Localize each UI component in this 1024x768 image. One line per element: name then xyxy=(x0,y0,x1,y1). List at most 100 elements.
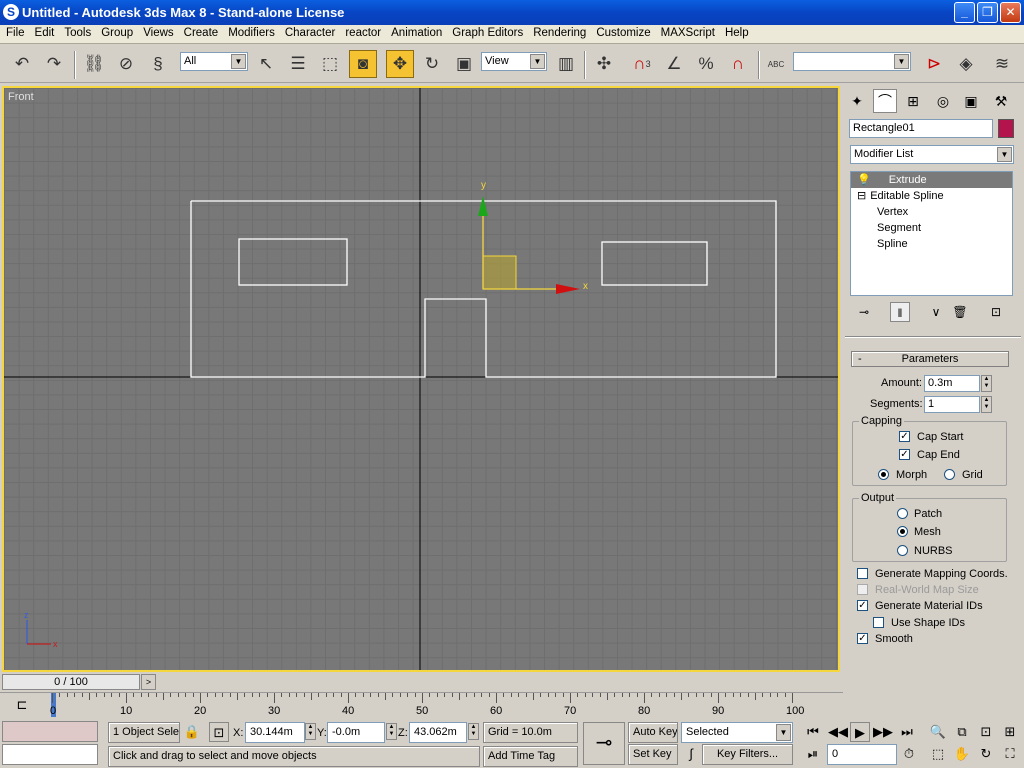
remove-modifier-icon[interactable]: 🗑 xyxy=(950,302,970,322)
next-frame-button[interactable]: > xyxy=(141,674,156,690)
snap-3d-icon[interactable]: ∩ 3 xyxy=(628,50,656,78)
time-config-icon[interactable]: ⏱ xyxy=(899,744,919,764)
menu-maxscript[interactable]: MAXScript xyxy=(657,25,721,43)
rect-region-icon[interactable]: ⬚ xyxy=(316,50,344,78)
menu-tools[interactable]: Tools xyxy=(60,25,97,43)
stack-item-extrude[interactable]: 💡 Extrude xyxy=(851,172,1012,188)
x-coordinate-field[interactable]: 30.144m xyxy=(245,722,305,743)
cap-start-checkbox[interactable]: ✓ xyxy=(899,431,910,442)
y-coordinate-field[interactable]: -0.0m xyxy=(327,722,385,743)
shape-window-right[interactable] xyxy=(601,241,708,286)
move-gizmo-x-arrow[interactable] xyxy=(556,284,580,294)
align-icon[interactable]: ◈ xyxy=(952,50,980,78)
configure-sets-icon[interactable]: ⊡ xyxy=(986,302,1006,322)
go-to-start-icon[interactable]: ⏮ xyxy=(803,722,823,742)
pivot-icon[interactable]: ▥ xyxy=(552,50,580,78)
redo-icon[interactable]: ↷ xyxy=(40,50,68,78)
amount-spinner[interactable]: ▲ ▼ xyxy=(981,375,992,392)
amount-input[interactable]: 0.3m xyxy=(924,375,980,392)
segments-spinner[interactable]: ▲ ▼ xyxy=(981,396,992,413)
minimize-button[interactable]: _ xyxy=(954,2,975,23)
menu-character[interactable]: Character xyxy=(281,25,342,43)
select-object-icon[interactable]: ↖ xyxy=(252,50,280,78)
z-spinner[interactable]: ▲ ▼ xyxy=(468,723,479,740)
angle-snap-icon[interactable]: ∠ xyxy=(660,50,688,78)
patch-radio[interactable] xyxy=(897,508,908,519)
smooth-checkbox[interactable]: ✓ xyxy=(857,633,868,644)
hierarchy-tab-icon[interactable]: ⊞ xyxy=(901,89,925,113)
mirror-icon[interactable]: ⊳ xyxy=(920,50,948,78)
maximize-button[interactable]: ❐ xyxy=(977,2,998,23)
current-frame-field[interactable]: 0 xyxy=(827,744,897,765)
use-shape-checkbox[interactable] xyxy=(873,617,884,628)
motion-tab-icon[interactable]: ◎ xyxy=(931,89,955,113)
object-name-field[interactable]: Rectangle01 xyxy=(849,119,993,138)
menu-modifiers[interactable]: Modifiers xyxy=(224,25,281,43)
previous-frame-icon[interactable]: ◀◀ xyxy=(828,722,848,742)
stack-item-editable-spline[interactable]: ⊟ Editable Spline xyxy=(851,188,1012,204)
move-icon[interactable]: ✥ xyxy=(386,50,414,78)
arc-rotate-icon[interactable]: ↻ xyxy=(976,744,996,764)
time-slider[interactable]: 0 / 100 > xyxy=(0,672,843,692)
scale-icon[interactable]: ▣ xyxy=(450,50,478,78)
make-unique-icon[interactable]: ∨ xyxy=(926,302,946,322)
create-tab-icon[interactable]: ✦ xyxy=(845,89,869,113)
move-gizmo-y-arrow[interactable] xyxy=(478,196,488,216)
zoom-icon[interactable]: 🔍 xyxy=(928,722,948,742)
absolute-mode-icon[interactable]: ⊡ xyxy=(209,722,229,742)
menu-rendering[interactable]: Rendering xyxy=(529,25,592,43)
spinner-snap-icon[interactable]: ∩ xyxy=(724,50,752,78)
lock-icon[interactable]: 🔒 xyxy=(182,722,202,742)
select-link-icon[interactable]: ⛓ xyxy=(80,50,108,78)
menu-help[interactable]: Help xyxy=(721,25,755,43)
time-slider-thumb[interactable]: 0 / 100 xyxy=(2,674,140,690)
auto-key-button[interactable]: Auto Key xyxy=(628,722,678,743)
percent-snap-icon[interactable]: % xyxy=(692,50,720,78)
z-coordinate-field[interactable]: 43.062m xyxy=(409,722,467,743)
shape-window-left[interactable] xyxy=(238,238,348,286)
display-tab-icon[interactable]: ▣ xyxy=(959,89,983,113)
menu-reactor[interactable]: reactor xyxy=(341,25,387,43)
rotate-icon[interactable]: ↻ xyxy=(418,50,446,78)
key-mode-toggle-icon[interactable]: ⏯ xyxy=(803,744,823,764)
undo-icon[interactable]: ↶ xyxy=(8,50,36,78)
stack-item-segment[interactable]: Segment xyxy=(851,220,1012,236)
cap-end-checkbox[interactable]: ✓ xyxy=(899,449,910,460)
grid-radio[interactable] xyxy=(944,469,955,480)
mesh-radio[interactable] xyxy=(897,526,908,537)
modify-tab-icon[interactable]: ⌒ xyxy=(873,89,897,113)
named-selection-dropdown[interactable]: ▼ xyxy=(793,52,911,71)
show-end-result-icon[interactable]: ‖ xyxy=(890,302,910,322)
gen-mapping-checkbox[interactable] xyxy=(857,568,868,579)
x-spinner[interactable]: ▲ ▼ xyxy=(305,723,316,740)
menu-views[interactable]: Views xyxy=(139,25,179,43)
gen-material-checkbox[interactable]: ✓ xyxy=(857,600,868,611)
move-gizmo-plane[interactable] xyxy=(482,255,517,290)
layer-icon[interactable]: ≋ xyxy=(988,50,1016,78)
key-mode-dropdown[interactable]: Selected ▼ xyxy=(681,722,793,743)
modifier-list-dropdown[interactable]: Modifier List ▼ xyxy=(850,145,1014,164)
region-zoom-icon[interactable]: ⬚ xyxy=(928,744,948,764)
parameters-rollout-header[interactable]: - Parameters xyxy=(851,351,1009,367)
set-key-button[interactable]: Set Key xyxy=(628,744,678,765)
select-by-name-icon[interactable]: ☰ xyxy=(284,50,312,78)
menu-create[interactable]: Create xyxy=(180,25,225,43)
go-to-end-icon[interactable]: ⏭ xyxy=(897,722,917,742)
utilities-tab-icon[interactable]: ⚒ xyxy=(989,89,1013,113)
selection-filter-dropdown[interactable]: All ▼ xyxy=(180,52,248,71)
menu-group[interactable]: Group xyxy=(97,25,139,43)
curve-editor-icon[interactable]: ⊏ xyxy=(12,697,32,715)
ref-coord-dropdown[interactable]: View ▼ xyxy=(481,52,547,71)
zoom-extents-all-icon[interactable]: ⊞ xyxy=(1000,722,1020,742)
pin-stack-icon[interactable]: ⊸ xyxy=(854,302,874,322)
morph-radio[interactable] xyxy=(878,469,889,480)
maximize-viewport-icon[interactable]: ⛶ xyxy=(1000,744,1020,764)
menu-file[interactable]: File xyxy=(2,25,31,43)
zoom-all-icon[interactable]: ⧉ xyxy=(952,722,972,742)
add-time-tag-button[interactable]: Add Time Tag xyxy=(483,746,578,767)
track-bar[interactable]: ⊏ 0 10 20 30 40 50 60 70 80 90 100 xyxy=(0,692,843,719)
object-color-swatch[interactable] xyxy=(998,119,1014,138)
segments-input[interactable]: 1 xyxy=(924,396,980,413)
bind-spacewarp-icon[interactable]: § xyxy=(144,50,172,78)
next-frame-icon[interactable]: ▶▶ xyxy=(873,722,893,742)
